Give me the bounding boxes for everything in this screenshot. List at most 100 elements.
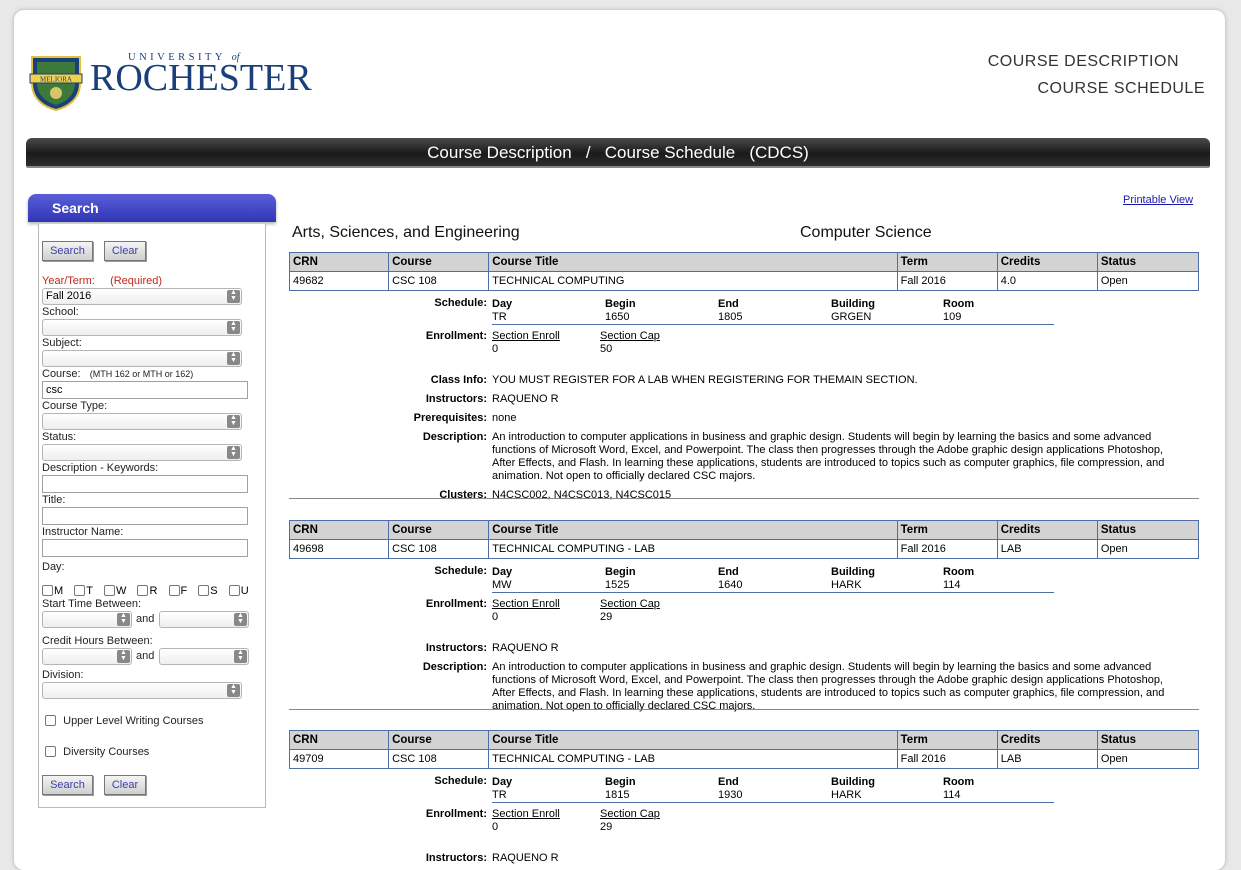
shield-icon: MELIORA: [29, 56, 83, 111]
clear-button-bottom[interactable]: Clear: [104, 775, 146, 795]
day-f[interactable]: F: [168, 585, 187, 597]
sched-room-header: Room: [943, 776, 975, 788]
checkbox-icon[interactable]: [45, 746, 56, 757]
credits-cell: LAB: [996, 539, 1098, 559]
sched-begin: 1525: [605, 579, 630, 591]
checkbox-icon[interactable]: [104, 585, 116, 596]
sched-end-header: End: [718, 776, 739, 788]
credits-cell: 4.0: [996, 271, 1098, 291]
prereq-value: none: [492, 412, 517, 424]
checkbox-icon[interactable]: [228, 585, 240, 596]
banner: Course Description / Course Schedule (CD…: [26, 138, 1210, 168]
col-status: Status: [1096, 520, 1200, 540]
crn-cell: 49698: [288, 539, 390, 559]
col-credits: Credits: [996, 730, 1098, 750]
term-cell: Fall 2016: [896, 271, 998, 291]
checkbox-icon[interactable]: [168, 585, 180, 596]
sched-day-header: Day: [492, 566, 513, 578]
credit-hours-to-select[interactable]: ▲ ▼: [159, 648, 249, 665]
description-keywords-input[interactable]: [42, 475, 248, 493]
col-course: Course: [388, 252, 490, 272]
course-cell: CSC 108: [388, 749, 490, 769]
col-term: Term: [896, 520, 998, 540]
select-arrows-icon: ▲ ▼: [227, 683, 240, 697]
diversity-option[interactable]: Diversity Courses: [45, 746, 149, 758]
course-type-select[interactable]: ▲ ▼: [42, 413, 242, 430]
select-arrows-icon: ▲ ▼: [234, 612, 247, 626]
sched-end: 1930: [718, 789, 743, 801]
enrollment-label: Enrollment:: [425, 808, 487, 820]
enrollment-label: Enrollment:: [425, 330, 487, 342]
col-term: Term: [896, 730, 998, 750]
sched-room: 114: [943, 579, 961, 591]
start-time-from-select[interactable]: ▲ ▼: [42, 611, 132, 628]
course-type-label: Course Type:: [42, 400, 108, 412]
search-tab[interactable]: Search: [28, 194, 276, 222]
course-table: CRN Course Course Title Term Credits Sta…: [288, 520, 1200, 559]
start-time-to-select[interactable]: ▲ ▼: [159, 611, 249, 628]
clusters-label: Clusters:: [439, 489, 487, 501]
subject-select[interactable]: ▲ ▼: [42, 350, 242, 367]
col-course-title: Course Title: [488, 730, 898, 750]
day-w[interactable]: W: [104, 585, 126, 597]
day-s[interactable]: S: [198, 585, 218, 597]
school-label: School:: [42, 306, 79, 318]
schedule-grid: Day Begin End Building Room MW 1525 1640…: [492, 566, 1054, 593]
status-select[interactable]: ▲ ▼: [42, 444, 242, 461]
select-arrows-icon: ▲ ▼: [227, 445, 240, 459]
checkbox-icon[interactable]: [45, 715, 56, 726]
description-keywords-label: Description - Keywords:: [42, 462, 159, 474]
sched-begin: 1650: [605, 311, 630, 323]
select-arrows-icon: ▲ ▼: [117, 649, 130, 663]
credit-hours-from-select[interactable]: ▲ ▼: [42, 648, 132, 665]
description-value: An introduction to computer applications…: [492, 661, 1165, 712]
year-term-select[interactable]: Fall 2016 ▲ ▼: [42, 288, 242, 305]
search-sidebar: Search Clear Year/Term: (Required) Fall …: [38, 224, 266, 808]
instructors-value: RAQUENO R: [492, 852, 559, 864]
search-button-bottom[interactable]: Search: [42, 775, 93, 795]
university-logo[interactable]: MELIORA UNIVERSITY of ROCHESTER: [28, 50, 312, 112]
svg-text:MELIORA: MELIORA: [40, 76, 72, 84]
title-input[interactable]: [42, 507, 248, 525]
sched-day: TR: [492, 311, 507, 323]
crn-cell: 49682: [288, 271, 390, 291]
division-select[interactable]: ▲ ▼: [42, 682, 242, 699]
checkbox-icon[interactable]: [74, 585, 86, 596]
school-select[interactable]: ▲ ▼: [42, 319, 242, 336]
course-input[interactable]: csc: [42, 381, 248, 399]
sched-day-header: Day: [492, 776, 513, 788]
day-r[interactable]: R: [137, 585, 157, 597]
table-row: 49698 CSC 108 TECHNICAL COMPUTING - LAB …: [288, 539, 1200, 559]
checkbox-icon[interactable]: [42, 585, 53, 596]
section-cap: Section Cap 29: [600, 808, 660, 833]
title-line-1: Course Description: [987, 53, 1179, 70]
instructors-label: Instructors:: [425, 642, 487, 654]
description-value: An introduction to computer applications…: [492, 431, 1165, 482]
checkbox-icon[interactable]: [198, 585, 210, 596]
section-cap: Section Cap 29: [600, 598, 660, 623]
col-course: Course: [388, 520, 490, 540]
select-arrows-icon: ▲ ▼: [234, 649, 247, 663]
table-row: 49682 CSC 108 TECHNICAL COMPUTING Fall 2…: [288, 271, 1200, 291]
day-m[interactable]: M: [42, 585, 63, 597]
search-button-top[interactable]: Search: [42, 241, 93, 261]
checkbox-icon[interactable]: [137, 585, 149, 596]
department-heading: Computer Science: [800, 224, 932, 241]
start-time-label: Start Time Between:: [42, 598, 142, 610]
sched-day: MW: [492, 579, 512, 591]
divider: [289, 498, 1199, 499]
table-header-row: CRN Course Course Title Term Credits Sta…: [288, 252, 1200, 272]
upper-level-writing-option[interactable]: Upper Level Writing Courses: [45, 715, 204, 727]
instructor-name-input[interactable]: [42, 539, 248, 557]
col-status: Status: [1096, 252, 1200, 272]
day-t[interactable]: T: [74, 585, 93, 597]
clear-button-top[interactable]: Clear: [104, 241, 146, 261]
col-course-title: Course Title: [488, 252, 898, 272]
sched-end: 1640: [718, 579, 743, 591]
title-line-2: Course Schedule: [1037, 80, 1205, 97]
subject-label: Subject:: [42, 337, 82, 349]
col-credits: Credits: [996, 520, 1098, 540]
school-heading: Arts, Sciences, and Engineering: [292, 224, 520, 241]
printable-view-link[interactable]: Printable View: [1123, 194, 1193, 206]
day-u[interactable]: U: [228, 585, 249, 597]
